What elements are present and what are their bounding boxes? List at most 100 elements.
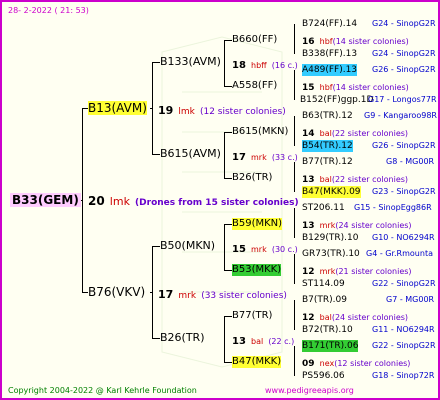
l4-sisters: 13 bal(22 sister colonies) xyxy=(302,171,408,186)
l4-source: G24 - SinopG2R xyxy=(372,19,436,28)
connector xyxy=(152,62,160,63)
l4-queen[interactable]: A489(FF).13 xyxy=(302,64,358,76)
l4-breeder: bal xyxy=(319,129,332,138)
l4-number: 12 xyxy=(302,267,315,277)
connector xyxy=(224,40,232,41)
l2-breeder-1: hbff xyxy=(251,61,267,70)
root-info: 20 lmk (Drones from 15 sister colonies) xyxy=(88,194,299,209)
l2-number-2: 17 xyxy=(232,152,246,163)
l4-queen[interactable]: B152(FF)ggp.1D xyxy=(300,94,373,106)
l3-queen-8[interactable]: B47(MKK) xyxy=(232,356,282,368)
l2-info-4: 13 bal (22 c.) xyxy=(232,333,294,348)
l3-queen-4[interactable]: B26(TR) xyxy=(232,172,272,184)
l2-queen-4[interactable]: B26(TR) xyxy=(160,332,205,344)
l2-number-3: 15 xyxy=(232,244,246,255)
connector xyxy=(294,346,295,376)
l4-colonies: (14 sister colonies) xyxy=(332,83,409,92)
connector xyxy=(150,108,152,109)
l2-queen-2[interactable]: B615(AVM) xyxy=(160,148,221,160)
l4-queen[interactable]: B77(TR).12 xyxy=(302,156,353,168)
date-stamp: 28- 2-2022 ( 21: 53) xyxy=(8,6,89,15)
l1-number-1: 19 xyxy=(158,104,174,117)
l4-queen[interactable]: PS596.06 xyxy=(302,370,345,382)
l1-number-2: 17 xyxy=(158,288,174,301)
l4-breeder: mrk xyxy=(319,267,336,276)
l2-breeder-3: mrk xyxy=(251,245,267,254)
l4-number: 09 xyxy=(302,359,315,369)
connector xyxy=(152,246,153,338)
connector xyxy=(294,24,295,54)
l4-breeder: hbf xyxy=(319,83,333,92)
l2-queen-1[interactable]: B133(AVM) xyxy=(160,56,221,68)
l4-queen[interactable]: GR73(TR).10 xyxy=(302,248,360,260)
l4-queen[interactable]: B724(FF).14 xyxy=(302,18,357,30)
site-link[interactable]: www.pedigreeapis.org xyxy=(265,385,354,397)
l2-breeder-2: mrk xyxy=(251,153,267,162)
l4-number: 14 xyxy=(302,129,315,139)
l4-queen[interactable]: B47(MKK).09 xyxy=(302,186,361,198)
l4-queen[interactable]: B129(TR).10 xyxy=(302,232,358,244)
l4-number: 13 xyxy=(302,221,315,231)
l4-sisters: 13 mrk(24 sister colonies) xyxy=(302,217,412,232)
connector xyxy=(224,40,225,86)
l2-colonies-1: (16 c.) xyxy=(271,61,298,70)
l4-colonies: (22 sister colonies) xyxy=(331,129,409,138)
l2-queen-3[interactable]: B50(MKN) xyxy=(160,240,215,252)
l1-queen-1[interactable]: B13(AVM) xyxy=(88,101,147,115)
connector xyxy=(294,70,295,100)
l4-source: G26 - SinopG2R xyxy=(372,65,436,74)
l4-source: G26 - SinopG2R xyxy=(372,141,436,150)
connector xyxy=(294,208,295,238)
l4-sisters: 12 bal(24 sister colonies) xyxy=(302,309,408,324)
l3-queen-2[interactable]: A558(FF) xyxy=(232,80,277,92)
l2-info-2: 17 mrk (33 c.) xyxy=(232,149,298,164)
connector xyxy=(224,270,232,271)
l3-queen-6[interactable]: B53(MKK) xyxy=(232,264,282,276)
l4-queen[interactable]: B7(TR).09 xyxy=(302,294,347,306)
l1-breeder-1: lmk xyxy=(178,107,195,117)
l3-queen-7[interactable]: B77(TR) xyxy=(232,310,272,322)
l4-queen[interactable]: B63(TR).12 xyxy=(302,110,353,122)
root-queen[interactable]: B33(GEM) xyxy=(10,193,81,207)
l4-queen[interactable]: ST114.09 xyxy=(302,278,345,290)
l4-queen[interactable]: ST206.11 xyxy=(302,202,345,214)
connector xyxy=(152,154,160,155)
root-number: 20 xyxy=(88,194,105,208)
connector xyxy=(224,178,232,179)
l3-queen-5[interactable]: B59(MKN) xyxy=(232,218,283,230)
connector xyxy=(224,316,225,362)
l2-info-1: 18 hbff (16 c.) xyxy=(232,57,298,72)
connector xyxy=(224,132,232,133)
root-breeder: lmk xyxy=(109,195,130,208)
connector xyxy=(294,300,295,330)
l3-queen-3[interactable]: B615(MKN) xyxy=(232,126,288,138)
pedigree-chart: 28- 2-2022 ( 21: 53) Copyright 2004-2022… xyxy=(0,0,440,400)
l4-source: G10 - NO6294R xyxy=(372,233,435,242)
l2-colonies-3: (30 c.) xyxy=(271,245,298,254)
l4-source: G4 - Gr.Rmounta xyxy=(366,249,433,258)
l4-breeder: bal xyxy=(319,313,332,322)
l4-number: 16 xyxy=(302,37,315,47)
l1-colonies-1: (12 sister colonies) xyxy=(199,107,286,117)
l4-queen[interactable]: B72(TR).10 xyxy=(302,324,353,336)
l2-colonies-4: (22 c.) xyxy=(268,337,295,346)
root-colonies: (Drones from 15 sister colonies) xyxy=(135,198,299,208)
l4-number: 12 xyxy=(302,313,315,323)
l1-queen-2[interactable]: B76(VKV) xyxy=(88,285,145,299)
l1-colonies-2: (33 sister colonies) xyxy=(201,291,287,301)
connector xyxy=(224,224,225,270)
l4-queen[interactable]: B54(TR).12 xyxy=(302,140,353,152)
connector xyxy=(224,86,232,87)
l4-source: G15 - SinopEgg86R xyxy=(354,203,432,212)
l4-queen[interactable]: B171(TR).06 xyxy=(302,340,359,352)
connector xyxy=(152,338,160,339)
l4-source: G17 - Longos77R xyxy=(368,95,437,104)
l4-colonies: (22 sister colonies) xyxy=(331,175,409,184)
l4-queen[interactable]: B338(FF).13 xyxy=(302,48,357,60)
connector xyxy=(224,362,232,363)
l4-sisters: 15 hbf(14 sister colonies) xyxy=(302,79,409,94)
l4-source: G22 - SinopG2R xyxy=(372,279,436,288)
l4-source: G23 - SinopG2R xyxy=(372,187,436,196)
l4-colonies: (24 sister colonies) xyxy=(331,313,409,322)
l3-queen-1[interactable]: B660(FF) xyxy=(232,34,277,46)
